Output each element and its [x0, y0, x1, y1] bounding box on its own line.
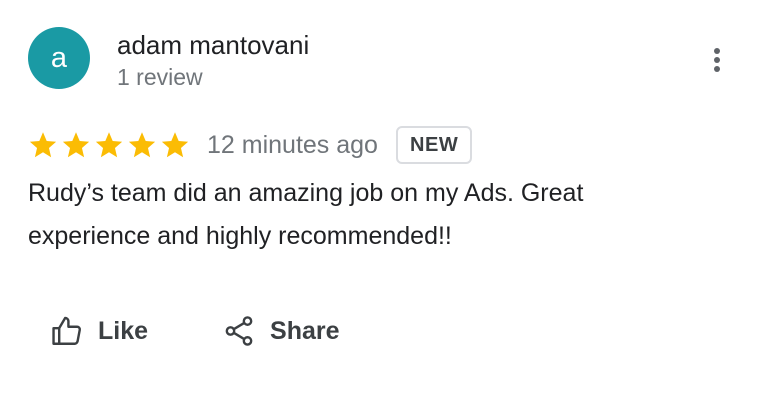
review-actions: Like Share [50, 307, 340, 355]
star-rating [28, 130, 190, 160]
author-name[interactable]: adam mantovani [117, 30, 309, 61]
star-icon [161, 132, 189, 158]
more-options-button[interactable] [700, 40, 734, 84]
star-icon [128, 132, 156, 158]
star-icon [62, 132, 90, 158]
review-timestamp: 12 minutes ago [207, 130, 378, 159]
like-button[interactable]: Like [50, 307, 148, 355]
new-badge: NEW [395, 126, 473, 164]
avatar[interactable]: a [28, 27, 90, 89]
avatar-initial: a [50, 41, 68, 74]
rating-row: 12 minutes ago NEW [28, 124, 473, 166]
review-text: Rudy’s team did an amazing job on my Ads… [28, 179, 584, 250]
review-card: a adam mantovani 1 review 12 minutes ago… [0, 0, 764, 402]
author-review-count[interactable]: 1 review [117, 64, 203, 91]
share-icon [222, 314, 256, 348]
share-button[interactable]: Share [222, 307, 340, 355]
like-label: Like [98, 316, 149, 345]
thumbs-up-icon [50, 314, 84, 348]
star-icon [95, 132, 123, 158]
star-icon [29, 132, 57, 158]
more-vertical-icon [713, 47, 721, 78]
share-label: Share [270, 316, 340, 345]
